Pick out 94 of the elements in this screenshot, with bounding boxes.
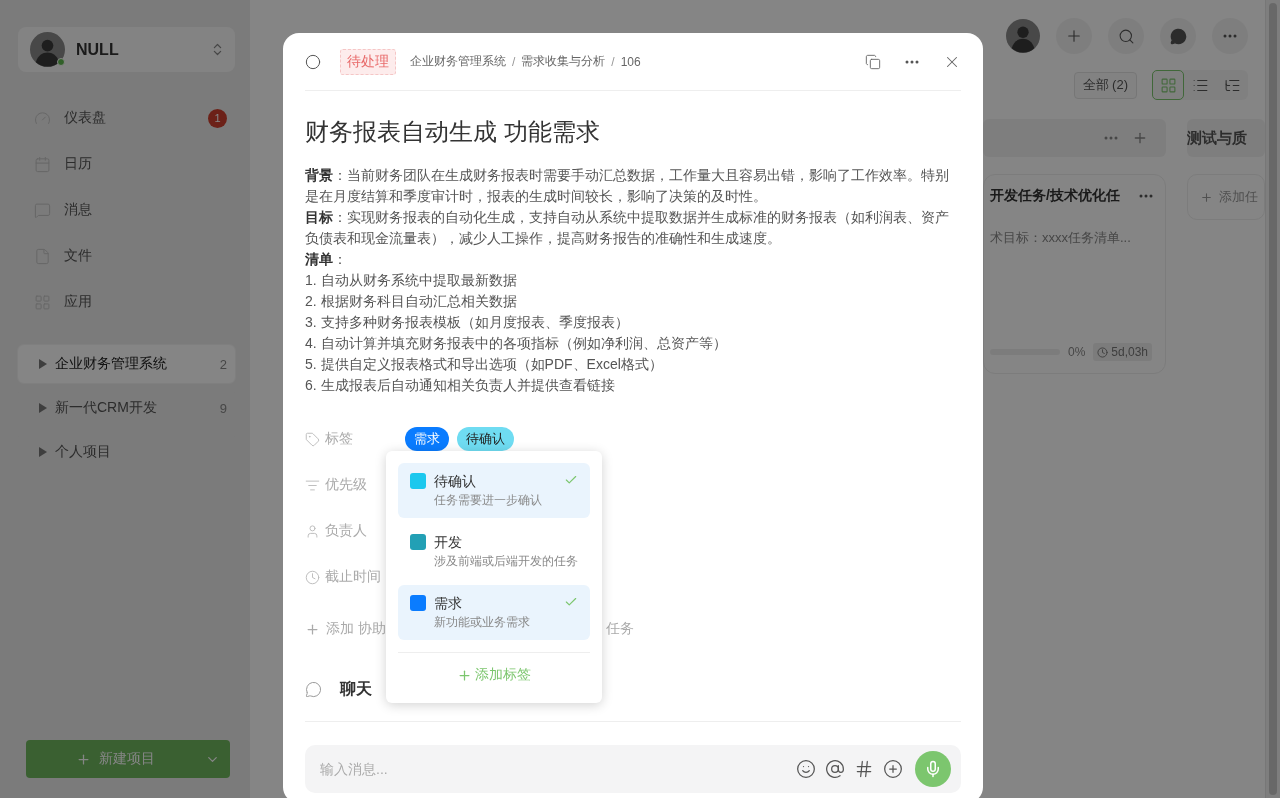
avatar <box>30 32 65 67</box>
add-link[interactable]: 添加 协助 <box>326 620 386 638</box>
clock-icon <box>305 569 320 585</box>
triangle-icon <box>38 359 47 369</box>
description-text: 5. 提供自定义报表格式和导出选项（如PDF、Excel格式） <box>305 355 664 374</box>
description-text: 2. 根据财务科目自动汇总相关数据 <box>305 292 518 311</box>
description-text: 3. 支持多种财务报表模板（如月度报表、季度报表） <box>305 313 630 332</box>
description-text: 清单： <box>305 250 348 269</box>
chat-button[interactable] <box>1160 18 1196 54</box>
more-icon[interactable] <box>1139 194 1153 198</box>
emoji-icon[interactable] <box>796 759 816 779</box>
project-item[interactable]: 企业财务管理系统 2 <box>18 345 235 383</box>
plus-icon <box>1200 190 1213 204</box>
nav-label: 文件 <box>64 247 93 265</box>
nav-label: 日历 <box>64 155 93 173</box>
tag-option[interactable]: 待确认 任务需要进一步确认 <box>398 463 590 518</box>
nav-label: 仪表盘 <box>64 109 107 127</box>
add-icon[interactable] <box>883 759 903 779</box>
task-title: 财务报表自动生成 功能需求 <box>305 117 601 147</box>
plus-icon <box>1065 27 1083 45</box>
triangle-icon <box>38 403 47 413</box>
column-title: 测试与质 <box>1187 128 1247 148</box>
breadcrumb-item[interactable]: 需求收集与分析 <box>521 53 606 70</box>
message-input[interactable]: 输入消息... <box>318 760 787 778</box>
description-text: 目标：实现财务报表的自动化生成，支持自动从系统中提取数据并生成标准的财务报表（如利润表、资产负债表和现金流量表），减少人工操作，提高财务报告的准确性和生成速度。 <box>305 208 950 248</box>
chat-icon <box>305 681 322 698</box>
clock-icon <box>1097 346 1109 358</box>
project-name: 个人项目 <box>55 443 111 461</box>
user-name: NULL <box>76 40 120 59</box>
card-title: 开发任务/技术优化任 <box>990 187 1120 205</box>
message-field[interactable]: 输入消息... <box>305 745 961 793</box>
description-text: 1. 自动从财务系统中提取最新数据 <box>305 271 518 290</box>
chat-title: 聊天 <box>340 679 372 699</box>
breadcrumb-separator: / <box>512 54 516 69</box>
description-text: 背景：当前财务团队在生成财务报表时需要手动汇总数据，工作量大且容易出错，影响了工作效率。特别是在月度结算和季度审计时，报表的生成时间较长，影响了决策的及时性。 <box>305 166 950 206</box>
profile-card[interactable]: NULL <box>18 27 235 72</box>
microphone-button[interactable] <box>915 751 951 787</box>
project-count: 2 <box>219 356 227 372</box>
add-button[interactable] <box>1056 18 1092 54</box>
project-name: 企业财务管理系统 <box>55 355 167 373</box>
breadcrumb-separator: / <box>611 54 615 69</box>
nav-item[interactable]: 消息 <box>18 187 235 233</box>
progress-reading: 0% <box>1068 345 1086 359</box>
tag-name: 需求 <box>434 594 463 611</box>
filter-icon <box>305 477 320 493</box>
task-card[interactable]: 开发任务/技术优化任 术目标：xxxx任务清单... 0% 5d,03h <box>983 174 1166 374</box>
tag-name: 待确认 <box>434 472 477 489</box>
duration-badge: 5d,03h <box>1093 343 1153 361</box>
tag-description: 新功能或业务需求 <box>434 613 531 631</box>
tag-option[interactable]: 需求 新功能或业务需求 <box>398 585 590 640</box>
status-badge: 待处理 <box>340 48 396 75</box>
tag-icon <box>305 431 320 447</box>
tag-pill[interactable]: 需求 <box>405 427 449 451</box>
chat-bubble-icon <box>1169 27 1187 45</box>
nav-item[interactable]: 仪表盘 1 <box>18 95 235 141</box>
tag-description: 涉及前端或后端开发的任务 <box>434 552 578 570</box>
triangle-icon <box>38 447 47 457</box>
nav-label: 消息 <box>64 201 93 219</box>
tag-name: 开发 <box>434 533 463 550</box>
search-button[interactable] <box>1108 18 1144 54</box>
plus-icon <box>305 621 320 637</box>
person-icon <box>305 523 320 539</box>
description-text: 4. 自动计算并填充财务报表中的各项指标（例如净利润、总资产等） <box>305 334 728 353</box>
nav-item[interactable]: 应用 <box>18 279 235 325</box>
copy-icon[interactable] <box>865 53 881 70</box>
circle-icon[interactable] <box>305 53 321 70</box>
description-text: 6. 生成报表后自动通知相关负责人并提供查看链接 <box>305 376 616 395</box>
field-label: 标签 <box>305 430 405 448</box>
microphone-icon <box>924 760 942 778</box>
scrollbar[interactable] <box>1265 0 1280 798</box>
grid-icon <box>1159 76 1177 94</box>
nav-item[interactable]: 日历 <box>18 141 235 187</box>
hashtag-icon[interactable] <box>854 759 874 779</box>
tag-pill[interactable]: 待确认 <box>457 427 514 451</box>
card-description: 术目标：xxxx任务清单... <box>990 229 1132 247</box>
breadcrumb-item[interactable]: 企业财务管理系统 <box>410 53 506 70</box>
nav-item[interactable]: 文件 <box>18 233 235 279</box>
search-icon <box>1117 27 1135 45</box>
view-toggle[interactable] <box>1152 70 1184 100</box>
add-tag-button[interactable]: 添加标签 <box>398 659 590 691</box>
tag-description: 任务需要进一步确认 <box>434 491 543 509</box>
mention-icon[interactable] <box>825 759 845 779</box>
filter-button[interactable]: 全部 (2) <box>1073 71 1137 99</box>
more-icon <box>1223 34 1237 38</box>
breadcrumb-item[interactable]: 106 <box>620 54 641 69</box>
nav-label: 应用 <box>64 293 93 311</box>
plus-icon <box>457 667 472 683</box>
add-link[interactable]: 任务 <box>605 620 634 638</box>
avatar <box>1006 19 1040 53</box>
project-name: 新一代CRM开发 <box>55 399 157 417</box>
new-project-button[interactable]: 新建项目 <box>26 740 230 778</box>
count-badge: 1 <box>208 108 227 128</box>
more-icon[interactable] <box>905 59 919 64</box>
plus-icon <box>76 751 91 767</box>
